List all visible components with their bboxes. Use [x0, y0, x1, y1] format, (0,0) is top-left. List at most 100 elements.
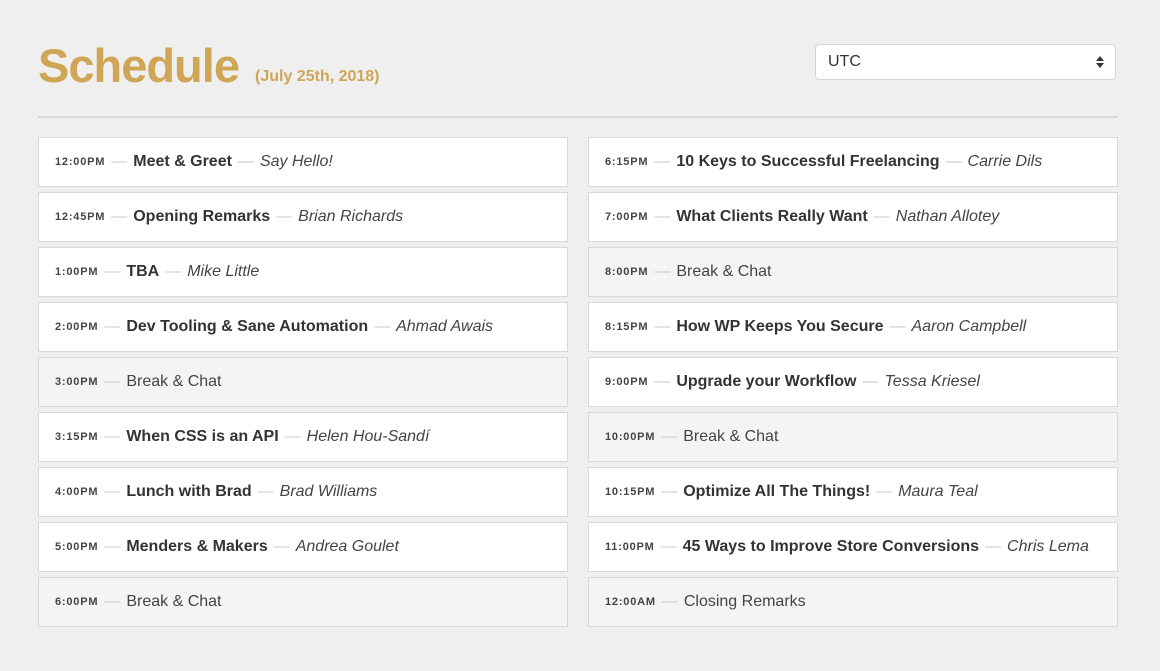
schedule-row: 6:15PM — 10 Keys to Successful Freelancing… — [588, 137, 1118, 187]
session-time: 12:00AM — [605, 596, 656, 608]
schedule-row: 12:00PM — Meet & Greet — Say Hello! — [38, 137, 568, 187]
session-title: How WP Keeps You Secure — [676, 318, 884, 335]
session-time: 3:15PM — [55, 431, 99, 443]
session-time: 8:15PM — [605, 321, 649, 333]
schedule-break-row: 10:00PM — Break & Chat — [588, 412, 1118, 462]
separator-dash: — — [985, 538, 1002, 555]
schedule-row: 7:00PM — What Clients Really Want — Nathan A… — [588, 192, 1118, 242]
schedule-row: 5:00PM — Menders & Makers — Andrea Goulet — [38, 522, 568, 572]
session-title: Menders & Makers — [126, 538, 268, 555]
session-speaker: Andrea Goulet — [295, 538, 399, 555]
separator-dash: — — [104, 263, 121, 280]
separator-dash: — — [104, 373, 121, 390]
session-title: Break & Chat — [676, 263, 772, 280]
session-title: Break & Chat — [126, 593, 222, 610]
schedule-row: 1:00PM — TBA — Mike Little — [38, 247, 568, 297]
session-time: 5:00PM — [55, 541, 99, 553]
session-title: When CSS is an API — [126, 428, 279, 445]
separator-dash: — — [111, 208, 128, 225]
separator-dash: — — [104, 483, 121, 500]
session-time: 10:00PM — [605, 431, 656, 443]
separator-dash: — — [873, 208, 890, 225]
separator-dash: — — [661, 593, 678, 610]
schedule-break-row: 3:00PM — Break & Chat — [38, 357, 568, 407]
session-title: Closing Remarks — [683, 593, 806, 610]
session-speaker: Maura Teal — [898, 483, 978, 500]
schedule-row: 2:00PM — Dev Tooling & Sane Automation — Ahm… — [38, 302, 568, 352]
timezone-select[interactable]: UTC — [815, 44, 1116, 80]
session-time: 6:15PM — [605, 156, 649, 168]
separator-dash: — — [257, 483, 274, 500]
separator-dash: — — [284, 428, 301, 445]
separator-dash: — — [654, 373, 671, 390]
session-title: TBA — [126, 263, 160, 280]
schedule-columns: 12:00PM — Meet & Greet — Say Hello! 12:45PM — O… — [38, 137, 1118, 632]
session-time: 12:45PM — [55, 211, 106, 223]
session-title: Upgrade your Workflow — [676, 373, 857, 390]
session-time: 3:00PM — [55, 376, 99, 388]
session-title: Lunch with Brad — [126, 483, 252, 500]
separator-dash: — — [654, 263, 671, 280]
schedule-page: Schedule (July 25th, 2018) UTC 12:00PM — M… — [38, 38, 1118, 627]
session-time: 9:00PM — [605, 376, 649, 388]
session-time: 4:00PM — [55, 486, 99, 498]
session-time: 1:00PM — [55, 266, 99, 278]
session-speaker: Nathan Allotey — [895, 208, 1000, 225]
session-title: Opening Remarks — [133, 208, 271, 225]
separator-dash: — — [876, 483, 893, 500]
separator-dash: — — [661, 428, 678, 445]
schedule-break-row: 8:00PM — Break & Chat — [588, 247, 1118, 297]
separator-dash: — — [237, 153, 254, 170]
session-time: 12:00PM — [55, 156, 106, 168]
separator-dash: — — [889, 318, 906, 335]
separator-dash: — — [104, 428, 121, 445]
session-speaker: Tessa Kriesel — [884, 373, 980, 390]
schedule-break-row: 6:00PM — Break & Chat — [38, 577, 568, 627]
session-time: 10:15PM — [605, 486, 656, 498]
session-speaker: Mike Little — [187, 263, 260, 280]
schedule-row: 3:15PM — When CSS is an API — Helen Hou-Sand… — [38, 412, 568, 462]
schedule-row: 10:15PM — Optimize All The Things! — Maura T… — [588, 467, 1118, 517]
session-speaker: Ahmad Awais — [396, 318, 494, 335]
session-title: Break & Chat — [683, 428, 779, 445]
separator-dash: — — [862, 373, 879, 390]
schedule-break-row: 12:00AM — Closing Remarks — [588, 577, 1118, 627]
session-title: Meet & Greet — [133, 153, 232, 170]
session-speaker: Brian Richards — [298, 208, 404, 225]
separator-dash: — — [273, 538, 290, 555]
session-time: 2:00PM — [55, 321, 99, 333]
session-time: 6:00PM — [55, 596, 99, 608]
session-time: 11:00PM — [605, 541, 655, 553]
session-speaker: Brad Williams — [279, 483, 378, 500]
timezone-value: UTC — [828, 53, 861, 70]
session-title: 45 Ways to Improve Store Conversions — [682, 538, 980, 555]
schedule-date: (July 25th, 2018) — [255, 68, 380, 85]
session-speaker: Carrie Dils — [967, 153, 1043, 170]
session-title: What Clients Really Want — [676, 208, 868, 225]
schedule-header: Schedule (July 25th, 2018) UTC — [38, 38, 1118, 118]
separator-dash: — — [654, 318, 671, 335]
select-arrows-icon — [1096, 45, 1104, 79]
separator-dash: — — [104, 538, 121, 555]
separator-dash: — — [660, 538, 677, 555]
schedule-row: 4:00PM — Lunch with Brad — Brad Williams — [38, 467, 568, 517]
separator-dash: — — [374, 318, 391, 335]
session-speaker: Say Hello! — [259, 153, 333, 170]
schedule-column-right: 6:15PM — 10 Keys to Successful Freelancing… — [588, 137, 1118, 632]
schedule-row: 12:45PM — Opening Remarks — Brian Richards — [38, 192, 568, 242]
separator-dash: — — [276, 208, 293, 225]
separator-dash: — — [945, 153, 962, 170]
schedule-row: 8:15PM — How WP Keeps You Secure — Aaron Cam… — [588, 302, 1118, 352]
session-title: 10 Keys to Successful Freelancing — [676, 153, 940, 170]
schedule-row: 9:00PM — Upgrade your Workflow — Tessa Kries… — [588, 357, 1118, 407]
separator-dash: — — [654, 208, 671, 225]
separator-dash: — — [661, 483, 678, 500]
session-title: Break & Chat — [126, 373, 222, 390]
separator-dash: — — [104, 593, 121, 610]
session-speaker: Helen Hou-Sandí — [306, 428, 430, 445]
separator-dash: — — [104, 318, 121, 335]
session-time: 8:00PM — [605, 266, 649, 278]
schedule-column-left: 12:00PM — Meet & Greet — Say Hello! 12:45PM — O… — [38, 137, 568, 632]
separator-dash: — — [111, 153, 128, 170]
session-title: Dev Tooling & Sane Automation — [126, 318, 369, 335]
